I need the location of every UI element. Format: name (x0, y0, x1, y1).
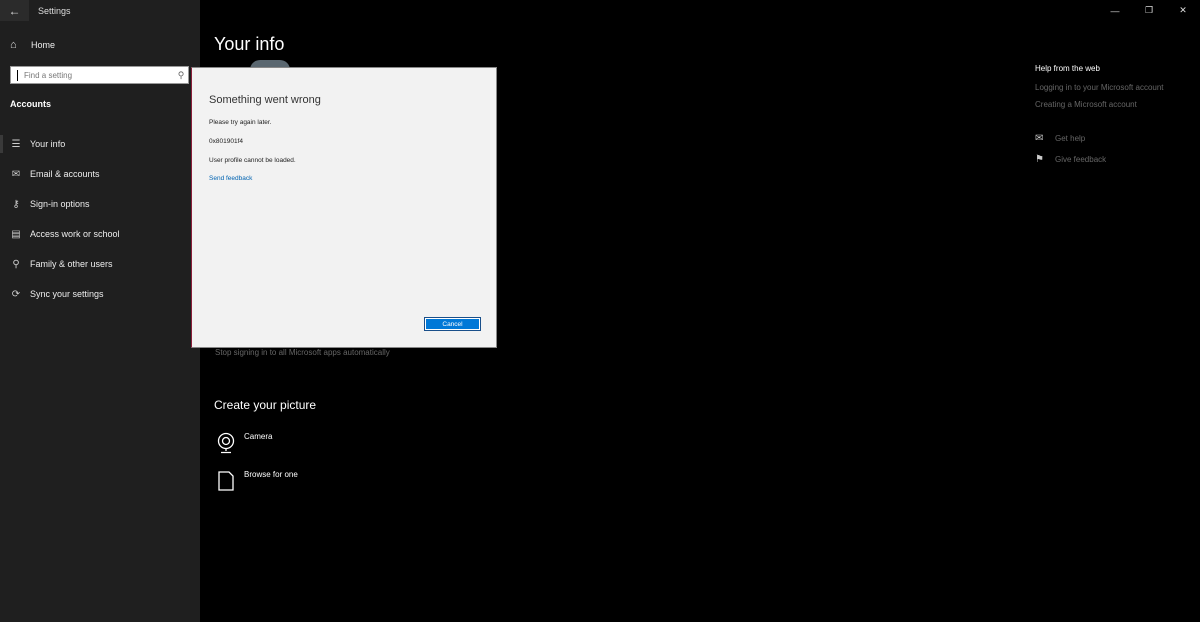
title-bar: ← Settings (0, 0, 200, 21)
restore-icon: ❐ (1144, 5, 1154, 15)
back-arrow-icon: ← (8, 3, 21, 18)
give-feedback-link[interactable]: ⚑ Give feedback (1035, 154, 1195, 165)
sidebar: ← Settings ⌂ Home ⚲ Accounts ☰ Your info… (0, 0, 200, 622)
close-icon: ✕ (1179, 5, 1187, 15)
help-actions: ✉ Get help ⚑ Give feedback (1035, 133, 1195, 165)
window-controls: — ❐ ✕ (1098, 0, 1200, 21)
restore-button[interactable]: ❐ (1132, 0, 1166, 21)
dialog-detail: User profile cannot be loaded. (209, 157, 296, 164)
search-box: ⚲ (10, 66, 189, 84)
browse-option[interactable]: Browse for one (216, 470, 298, 492)
page-title: Your info (214, 34, 285, 54)
camera-icon (217, 432, 235, 454)
sidebar-item-label: Access work or school (30, 229, 120, 239)
feedback-icon: ⚑ (1035, 154, 1044, 165)
browse-label: Browse for one (244, 470, 298, 479)
chat-icon: ✉ (1035, 133, 1044, 144)
sidebar-item-label: Your info (30, 139, 66, 149)
sidebar-item-family[interactable]: ⚲ Family & other users (0, 249, 200, 279)
search-icon[interactable]: ⚲ (174, 70, 188, 81)
error-code: 0x801901f4 (209, 138, 243, 145)
cancel-button[interactable]: Cancel (424, 317, 481, 331)
browse-file-icon (218, 471, 234, 491)
sidebar-nav: ☰ Your info ✉ Email & accounts ⚷ Sign-in… (0, 129, 200, 309)
briefcase-icon: ▤ (11, 228, 21, 240)
app-title: Settings (38, 5, 71, 16)
section-title: Accounts (10, 99, 52, 109)
dialog-title: Something went wrong (209, 94, 321, 106)
sidebar-item-label: Sync your settings (30, 289, 104, 299)
sidebar-item-sync[interactable]: ⟳ Sync your settings (0, 279, 200, 309)
sidebar-item-home[interactable]: ⌂ Home (10, 39, 55, 51)
sidebar-item-label: Sign-in options (30, 199, 90, 209)
create-picture-heading: Create your picture (214, 398, 317, 412)
help-link-creating-account[interactable]: Creating a Microsoft account (1035, 100, 1195, 109)
help-panel: Help from the web Logging in to your Mic… (1035, 64, 1195, 175)
close-button[interactable]: ✕ (1166, 0, 1200, 21)
sidebar-item-label: Email & accounts (30, 169, 100, 179)
camera-label: Camera (244, 432, 273, 441)
sync-icon: ⟳ (11, 288, 21, 300)
help-link-logging-in[interactable]: Logging in to your Microsoft account (1035, 83, 1195, 92)
key-icon: ⚷ (12, 198, 20, 210)
sidebar-item-email-accounts[interactable]: ✉ Email & accounts (0, 159, 200, 189)
camera-option[interactable]: Camera (216, 432, 272, 454)
sidebar-item-your-info[interactable]: ☰ Your info (0, 129, 200, 159)
back-button[interactable]: ← (0, 0, 29, 21)
stop-signing-in-link[interactable]: Stop signing in to all Microsoft apps au… (215, 348, 390, 357)
get-help-label: Get help (1055, 134, 1086, 143)
contact-card-icon: ☰ (11, 138, 21, 150)
home-icon: ⌂ (10, 39, 17, 51)
settings-window: ← Settings ⌂ Home ⚲ Accounts ☰ Your info… (0, 0, 1200, 622)
dialog-message: Please try again later. (209, 119, 272, 126)
help-title: Help from the web (1035, 64, 1100, 73)
search-input[interactable] (17, 69, 174, 81)
person-add-icon: ⚲ (12, 258, 20, 270)
error-dialog: Something went wrong Please try again la… (191, 67, 497, 348)
minimize-icon: — (1110, 5, 1120, 16)
minimize-button[interactable]: — (1098, 0, 1132, 21)
sidebar-item-sign-in-options[interactable]: ⚷ Sign-in options (0, 189, 200, 219)
mail-icon: ✉ (11, 168, 21, 180)
give-feedback-label: Give feedback (1055, 155, 1107, 164)
get-help-link[interactable]: ✉ Get help (1035, 133, 1195, 144)
send-feedback-link[interactable]: Send feedback (209, 175, 252, 182)
sidebar-item-label: Family & other users (30, 259, 113, 269)
sidebar-item-access-work[interactable]: ▤ Access work or school (0, 219, 200, 249)
home-label: Home (31, 40, 56, 50)
